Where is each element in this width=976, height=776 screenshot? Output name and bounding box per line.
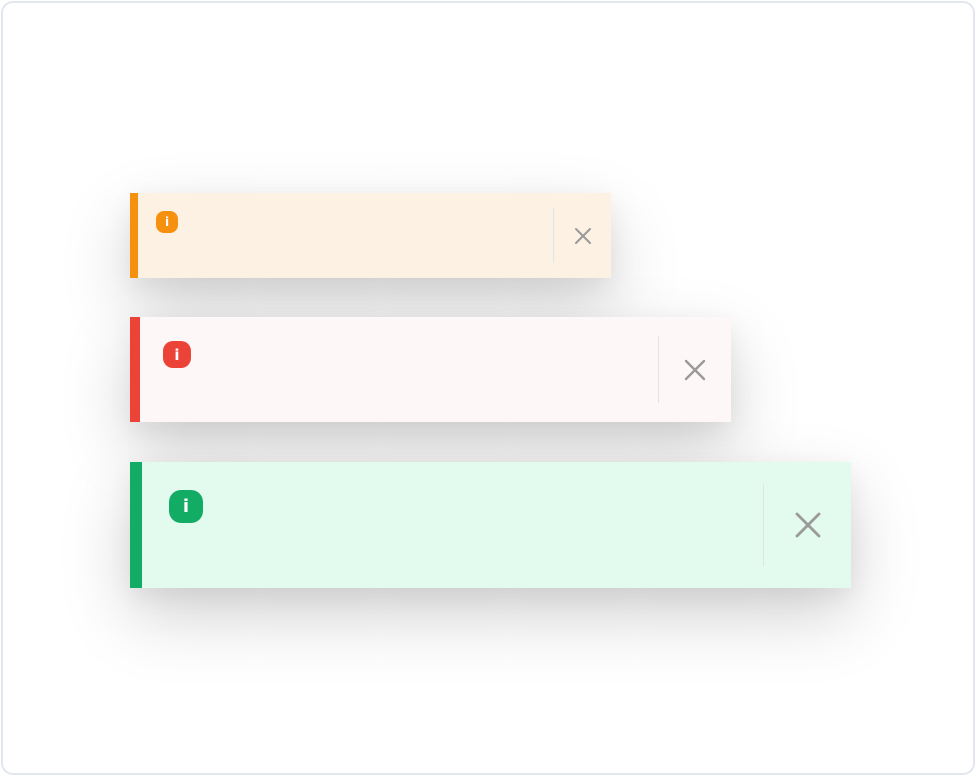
info-icon: i <box>169 490 203 523</box>
info-icon: i <box>156 211 178 233</box>
toast-accent-bar <box>130 193 138 278</box>
canvas-frame: i i i <box>1 1 975 775</box>
close-icon <box>795 512 820 538</box>
toast-accent-bar <box>130 462 142 588</box>
close-button[interactable] <box>659 317 731 422</box>
toast-warning: i <box>130 193 611 278</box>
info-icon: i <box>163 341 191 368</box>
toast-content: i <box>140 317 658 422</box>
close-icon <box>684 359 706 380</box>
toast-content: i <box>138 193 553 278</box>
close-icon <box>574 227 591 244</box>
toast-error: i <box>130 317 731 422</box>
toast-success: i <box>130 462 851 588</box>
close-button[interactable] <box>764 462 851 588</box>
toast-accent-bar <box>130 317 140 422</box>
toast-content: i <box>142 462 763 588</box>
close-button[interactable] <box>554 193 611 278</box>
